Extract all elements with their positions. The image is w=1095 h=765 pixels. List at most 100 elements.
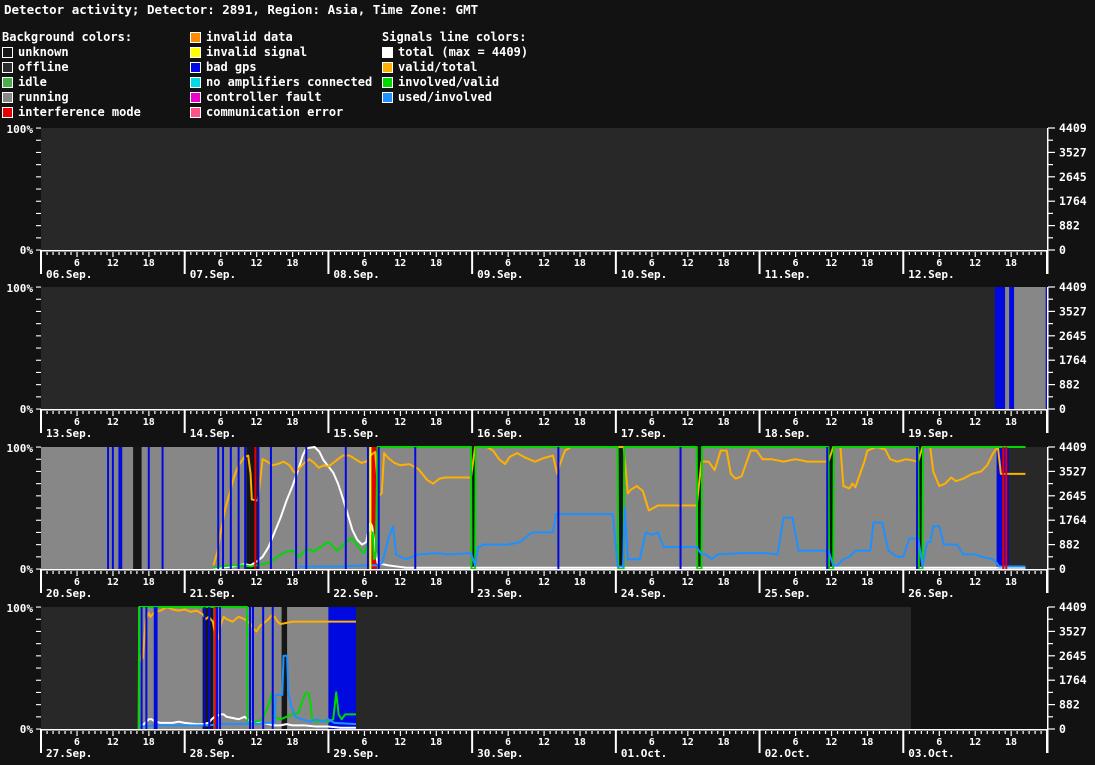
svg-text:0: 0 bbox=[1059, 562, 1066, 576]
svg-text:18: 18 bbox=[718, 737, 730, 748]
svg-text:17.Sep.: 17.Sep. bbox=[621, 427, 667, 440]
svg-text:18: 18 bbox=[143, 258, 155, 269]
svg-text:12: 12 bbox=[394, 417, 406, 428]
legend-item-label: offline bbox=[18, 60, 69, 75]
svg-text:4409: 4409 bbox=[1059, 441, 1087, 454]
activity-chart-week-1: 6121861218612186121861218612186121806.Se… bbox=[0, 122, 1095, 282]
svg-text:18: 18 bbox=[718, 577, 730, 588]
svg-text:18: 18 bbox=[430, 577, 442, 588]
color-swatch-interference_mode bbox=[2, 107, 13, 118]
svg-text:28.Sep.: 28.Sep. bbox=[190, 747, 236, 760]
legend-status-colors: invalid datainvalid signalbad gpsno ampl… bbox=[190, 30, 372, 120]
legend-item-label: communication error bbox=[206, 105, 343, 120]
svg-text:18: 18 bbox=[861, 417, 873, 428]
svg-text:100%: 100% bbox=[7, 442, 34, 455]
svg-text:12: 12 bbox=[251, 577, 263, 588]
legend-item-invalid-signal: invalid signal bbox=[190, 45, 372, 60]
svg-text:3527: 3527 bbox=[1059, 624, 1087, 638]
legend-background-header: Background colors: bbox=[2, 30, 141, 45]
legend-item-label: invalid signal bbox=[206, 45, 307, 60]
svg-text:18.Sep.: 18.Sep. bbox=[765, 427, 811, 440]
legend-item-unknown: unknown bbox=[2, 45, 141, 60]
svg-text:0: 0 bbox=[1059, 402, 1066, 416]
svg-text:12: 12 bbox=[969, 417, 981, 428]
svg-text:12: 12 bbox=[538, 577, 550, 588]
legend-item-label: unknown bbox=[18, 45, 69, 60]
color-swatch-controller_fault bbox=[190, 92, 201, 103]
color-swatch-idle bbox=[2, 77, 13, 88]
svg-text:12: 12 bbox=[107, 577, 119, 588]
svg-text:2645: 2645 bbox=[1059, 489, 1087, 503]
svg-text:882: 882 bbox=[1059, 538, 1080, 552]
svg-text:882: 882 bbox=[1059, 378, 1080, 392]
legend-signals-items: total (max = 4409)valid/totalinvolved/va… bbox=[382, 45, 528, 105]
svg-text:12: 12 bbox=[825, 417, 837, 428]
svg-text:18: 18 bbox=[286, 737, 298, 748]
svg-text:2645: 2645 bbox=[1059, 329, 1087, 343]
svg-text:19.Sep.: 19.Sep. bbox=[908, 427, 954, 440]
svg-text:18: 18 bbox=[430, 417, 442, 428]
svg-text:12: 12 bbox=[107, 737, 119, 748]
svg-text:12: 12 bbox=[969, 737, 981, 748]
svg-text:12: 12 bbox=[538, 258, 550, 269]
legend-item-label: bad gps bbox=[206, 60, 257, 75]
y-axis-percent: 100%0% bbox=[7, 123, 42, 257]
y-axis-count: 44093527264517648820 bbox=[1047, 441, 1087, 593]
svg-text:100%: 100% bbox=[7, 123, 34, 136]
y-axis-percent: 100%0% bbox=[7, 602, 42, 736]
svg-text:30.Sep.: 30.Sep. bbox=[477, 747, 523, 760]
svg-text:10.Sep.: 10.Sep. bbox=[621, 268, 667, 281]
svg-text:22.Sep.: 22.Sep. bbox=[333, 587, 379, 600]
svg-text:06.Sep.: 06.Sep. bbox=[46, 268, 92, 281]
svg-text:12: 12 bbox=[107, 417, 119, 428]
svg-text:0: 0 bbox=[1059, 243, 1066, 257]
y-axis-count: 44093527264517648820 bbox=[1047, 281, 1087, 433]
svg-text:4409: 4409 bbox=[1059, 601, 1087, 614]
legend-item-label: no amplifiers connected bbox=[206, 75, 372, 90]
legend-signal-colors: Signals line colors: total (max = 4409)v… bbox=[382, 30, 528, 105]
legend-item-label: used/involved bbox=[398, 90, 492, 105]
svg-text:20.Sep.: 20.Sep. bbox=[46, 587, 92, 600]
activity-chart-week-4: 6121861218612186121861218612186121827.Se… bbox=[0, 601, 1095, 761]
background-segments bbox=[995, 287, 1047, 409]
svg-text:0%: 0% bbox=[20, 403, 34, 416]
svg-text:12: 12 bbox=[825, 737, 837, 748]
legend-item-used-involved: used/involved bbox=[382, 90, 528, 105]
svg-text:100%: 100% bbox=[7, 282, 34, 295]
svg-text:12: 12 bbox=[538, 737, 550, 748]
legend-item-invalid-data: invalid data bbox=[190, 30, 372, 45]
color-swatch-used_involved bbox=[382, 92, 393, 103]
svg-text:12: 12 bbox=[682, 258, 694, 269]
svg-text:18: 18 bbox=[718, 417, 730, 428]
svg-text:08.Sep.: 08.Sep. bbox=[333, 268, 379, 281]
legend-item-valid-total: valid/total bbox=[382, 60, 528, 75]
legend-item-controller-fault: controller fault bbox=[190, 90, 372, 105]
svg-text:12: 12 bbox=[969, 258, 981, 269]
color-swatch-communication_error bbox=[190, 107, 201, 118]
plot-area bbox=[41, 287, 1047, 409]
svg-text:29.Sep.: 29.Sep. bbox=[333, 747, 379, 760]
svg-text:4409: 4409 bbox=[1059, 122, 1087, 135]
svg-text:12: 12 bbox=[394, 737, 406, 748]
svg-text:100%: 100% bbox=[7, 602, 34, 615]
svg-text:3527: 3527 bbox=[1059, 145, 1087, 159]
svg-text:12: 12 bbox=[825, 577, 837, 588]
svg-text:15.Sep.: 15.Sep. bbox=[333, 427, 379, 440]
legend-signals-header: Signals line colors: bbox=[382, 30, 528, 45]
svg-text:01.Oct.: 01.Oct. bbox=[621, 747, 667, 760]
x-axis: 6121861218612186121861218612186121806.Se… bbox=[40, 250, 1048, 281]
svg-text:18: 18 bbox=[574, 258, 586, 269]
svg-text:18: 18 bbox=[430, 258, 442, 269]
svg-text:1764: 1764 bbox=[1059, 673, 1087, 687]
legend-item-total-max-4409-: total (max = 4409) bbox=[382, 45, 528, 60]
svg-text:882: 882 bbox=[1059, 219, 1080, 233]
svg-text:12: 12 bbox=[251, 737, 263, 748]
legend-background-items: unknownofflineidlerunninginterference mo… bbox=[2, 45, 141, 120]
y-axis-percent: 100% 0% bbox=[7, 282, 42, 416]
x-axis: 6121861218612186121861218612186121813.Se… bbox=[40, 409, 1048, 440]
svg-text:4409: 4409 bbox=[1059, 281, 1087, 294]
svg-text:12: 12 bbox=[682, 737, 694, 748]
svg-text:18: 18 bbox=[286, 577, 298, 588]
svg-text:18: 18 bbox=[861, 577, 873, 588]
svg-text:3527: 3527 bbox=[1059, 464, 1087, 478]
